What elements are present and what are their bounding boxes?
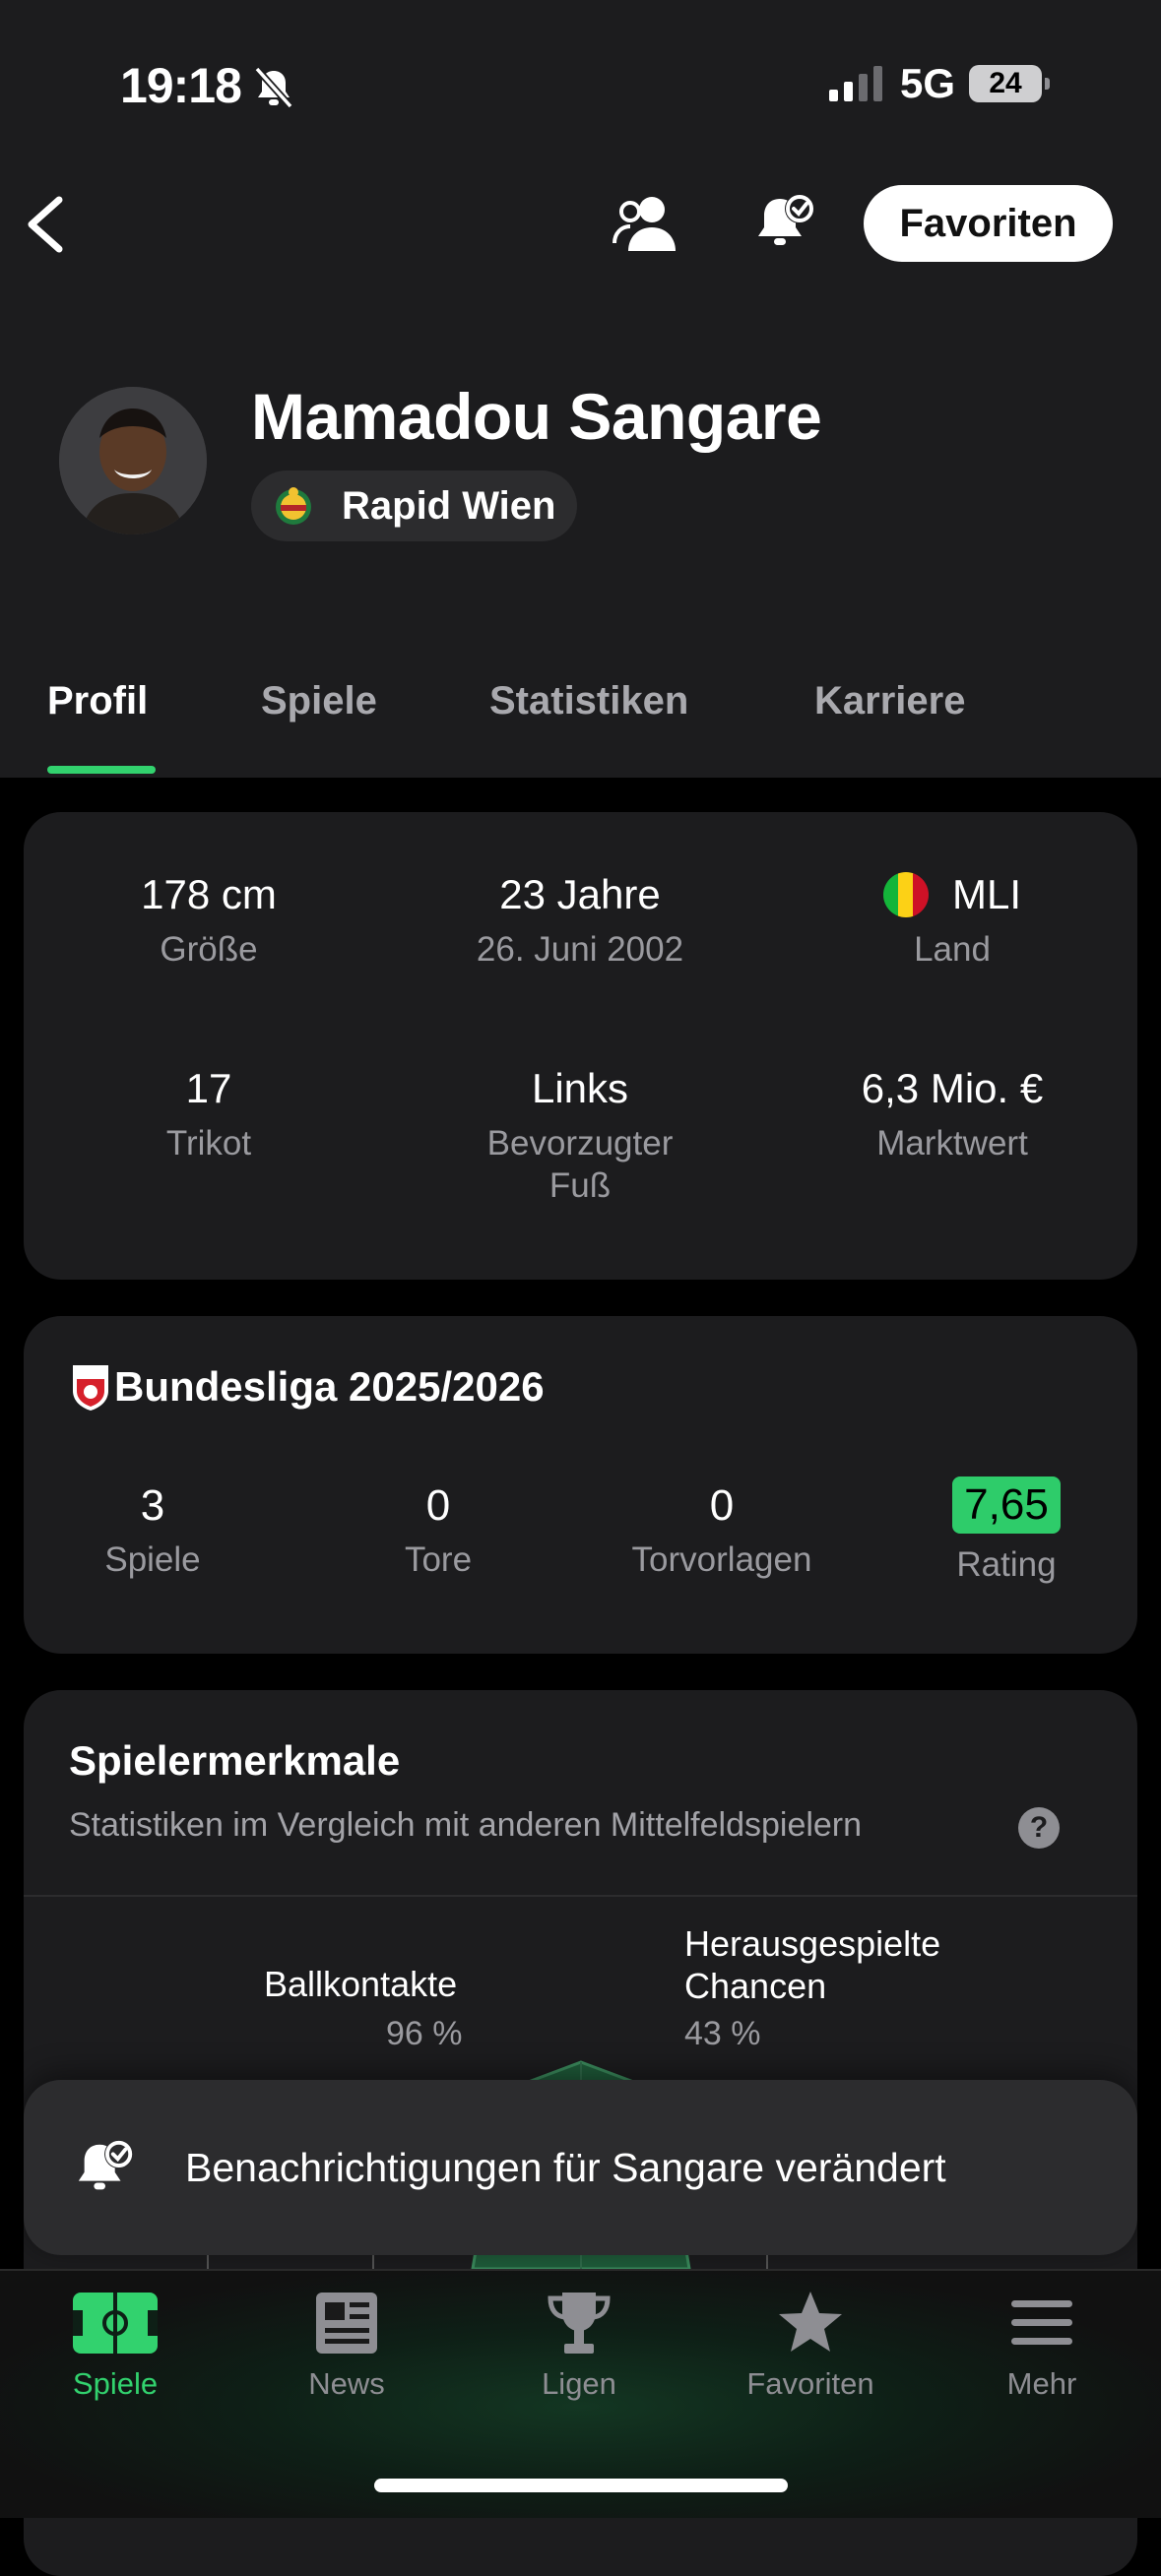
player-avatar [59, 387, 207, 534]
nav-favoriten[interactable]: Favoriten [712, 2289, 909, 2402]
club-chip[interactable]: Rapid Wien [251, 471, 578, 541]
assists-value: 0 [709, 1481, 735, 1530]
player-name: Mamadou Sangare [251, 380, 822, 453]
height-label: Größe [160, 930, 258, 969]
nav-spiele[interactable]: Spiele [17, 2289, 214, 2402]
news-icon [316, 2293, 377, 2354]
bell-muted-icon [254, 66, 293, 109]
signal-icon [829, 66, 882, 101]
home-indicator [374, 2479, 788, 2492]
assists-label: Torvorlagen [631, 1540, 812, 1579]
season-stat-assists: 0 Torvorlagen [579, 1481, 865, 1580]
rapid-wien-crest-icon [276, 487, 311, 525]
attribute-label-chances: Herausgespielte Chancen [684, 1923, 941, 2006]
network-type: 5G [900, 60, 956, 106]
games-label: Spiele [104, 1540, 201, 1579]
toast-message: Benachrichtigungen für Sangare verändert [185, 2144, 946, 2190]
birthdate-label: 26. Juni 2002 [476, 930, 684, 969]
star-icon [779, 2292, 842, 2352]
attribute-value-touches: 96 % [386, 2015, 463, 2052]
age-value: 23 Jahre [499, 871, 661, 917]
market-value: 6,3 Mio. € [861, 1065, 1044, 1111]
season-stat-rating: 7,65 Rating [864, 1476, 1149, 1585]
stat-country: MLI Land [767, 871, 1137, 971]
league-season-title: Bundesliga 2025/2026 [114, 1363, 545, 1410]
nav-mehr[interactable]: Mehr [943, 2289, 1140, 2402]
attribute-value-chances: 43 % [684, 2015, 761, 2052]
goals-label: Tore [404, 1540, 473, 1579]
shirt-value: 17 [185, 1065, 232, 1111]
attribute-label-touches: Ballkontakte [264, 1964, 458, 2004]
nav-label-mehr: Mehr [1006, 2366, 1077, 2401]
menu-icon [1011, 2300, 1072, 2345]
trophy-icon [548, 2293, 611, 2354]
market-value-label: Marktwert [876, 1124, 1028, 1162]
back-chevron-icon[interactable] [18, 192, 73, 257]
season-stat-goals: 0 Tore [295, 1481, 581, 1580]
player-photo-icon [59, 387, 207, 534]
battery-indicator: 24 [969, 65, 1051, 102]
stat-age: 23 Jahre 26. Juni 2002 [395, 871, 765, 971]
games-value: 3 [140, 1481, 165, 1530]
nav-news[interactable]: News [248, 2289, 445, 2402]
help-icon[interactable]: ? [1018, 1807, 1060, 1849]
tab-statistiken[interactable]: Statistiken [489, 679, 688, 723]
pitch-icon [73, 2293, 158, 2354]
tab-profil[interactable]: Profil [47, 679, 148, 723]
notification-toast[interactable]: Benachrichtigungen für Sangare verändert [24, 2080, 1137, 2255]
goals-value: 0 [425, 1481, 451, 1530]
lineup-person-icon[interactable] [611, 192, 685, 255]
toast-bell-check-icon [78, 2139, 134, 2190]
favorite-button[interactable]: Favoriten [864, 185, 1113, 262]
shirt-label: Trikot [165, 1124, 252, 1162]
stat-height: 178 cm Größe [24, 871, 394, 971]
nav-ligen[interactable]: Ligen [481, 2289, 677, 2402]
bell-check-icon[interactable] [750, 189, 821, 256]
status-right: 5G 24 [827, 59, 1051, 108]
nav-label-favoriten: Favoriten [746, 2366, 874, 2401]
attributes-divider [24, 1895, 1137, 1897]
nav-label-spiele: Spiele [72, 2366, 159, 2401]
tab-karriere[interactable]: Karriere [814, 679, 965, 723]
stat-market-value: 6,3 Mio. € Marktwert [767, 1065, 1137, 1164]
bundesliga-logo-icon [73, 1365, 108, 1411]
height-value: 178 cm [141, 871, 277, 917]
stat-shirt: 17 Trikot [24, 1065, 394, 1164]
attributes-subtitle: Statistiken im Vergleich mit anderen Mit… [69, 1806, 863, 1844]
stat-foot: Links Bevorzugter Fuß [395, 1065, 765, 1207]
status-time: 19:18 [120, 58, 242, 113]
foot-value: Links [531, 1065, 629, 1111]
country-value: MLI [951, 871, 1021, 917]
club-name: Rapid Wien [342, 483, 556, 528]
mali-flag-icon [882, 872, 929, 917]
rating-badge: 7,65 [952, 1476, 1061, 1534]
rating-label: Rating [956, 1545, 1057, 1584]
active-tab-indicator [47, 766, 156, 774]
nav-label-ligen: Ligen [542, 2366, 616, 2401]
country-label: Land [914, 930, 991, 969]
foot-label: Bevorzugter Fuß [486, 1124, 674, 1205]
attributes-title: Spielermerkmale [69, 1737, 401, 1784]
season-stat-games: 3 Spiele [10, 1481, 295, 1580]
nav-label-news: News [308, 2366, 385, 2401]
tab-spiele[interactable]: Spiele [261, 679, 377, 723]
